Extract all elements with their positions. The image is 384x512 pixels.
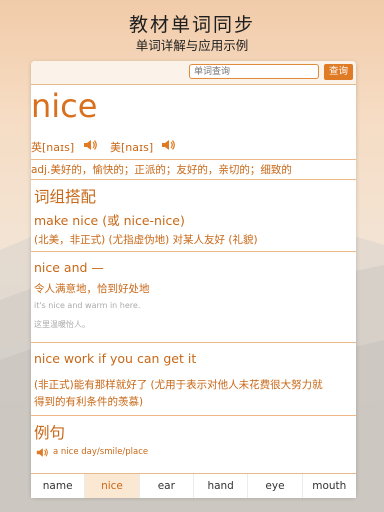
phrase-desc: 得到的有利条件的羡慕)	[34, 396, 144, 408]
divider	[31, 179, 356, 180]
divider	[31, 415, 356, 416]
divider	[31, 159, 356, 160]
tab-name[interactable]: name	[31, 474, 86, 498]
phrase-desc: (非正式)能有那样就好了 (尤用于表示对他人未花费很大努力就	[34, 379, 323, 391]
us-pronunciation: 美[naɪs]	[110, 141, 154, 154]
dictionary-panel: 查询 nice 英[naɪs] 美[naɪs] adj.美好的，愉快的；正派的；…	[31, 61, 356, 497]
phrase-title: nice work if you can get it	[34, 351, 197, 366]
phrase-example-cn: 这里温暖怡人。	[34, 320, 90, 329]
examples-heading: 例句	[34, 424, 66, 442]
search-input[interactable]	[189, 64, 319, 79]
phrases-heading: 词组搭配	[34, 188, 97, 206]
speaker-icon[interactable]	[83, 139, 97, 151]
divider	[31, 342, 356, 343]
divider	[31, 251, 356, 252]
phrase-title: make nice (或 nice-nice)	[34, 213, 185, 228]
speaker-icon[interactable]	[36, 447, 48, 458]
uk-pronunciation: 英[naɪs]	[31, 141, 75, 154]
tab-nice[interactable]: nice	[85, 474, 140, 498]
tab-eye[interactable]: eye	[248, 474, 303, 498]
search-button[interactable]: 查询	[324, 64, 353, 80]
example-sentence: a nice day/smile/place	[53, 447, 149, 457]
phrase-desc: 令人满意地，恰到好处地	[34, 283, 150, 295]
search-bar: 查询	[31, 61, 356, 85]
phrase-title: nice and —	[34, 260, 104, 275]
banner-title: 教材单词同步	[128, 14, 255, 36]
tab-mouth[interactable]: mouth	[303, 474, 356, 498]
banner-subtitle: 单词详解与应用示例	[135, 38, 249, 53]
speaker-icon[interactable]	[161, 139, 175, 151]
word-tabs: name nice ear hand eye mouth	[31, 473, 356, 498]
tab-ear[interactable]: ear	[140, 474, 194, 498]
phrase-example-en: it's nice and warm in here.	[34, 301, 141, 310]
headword: nice	[31, 87, 98, 125]
phrase-desc: (北美，非正式) (尤指虚伪地) 对某人友好 (礼貌)	[34, 234, 258, 246]
tab-hand[interactable]: hand	[194, 474, 249, 498]
definition: adj.美好的，愉快的；正派的；友好的，亲切的；细致的	[31, 164, 292, 176]
